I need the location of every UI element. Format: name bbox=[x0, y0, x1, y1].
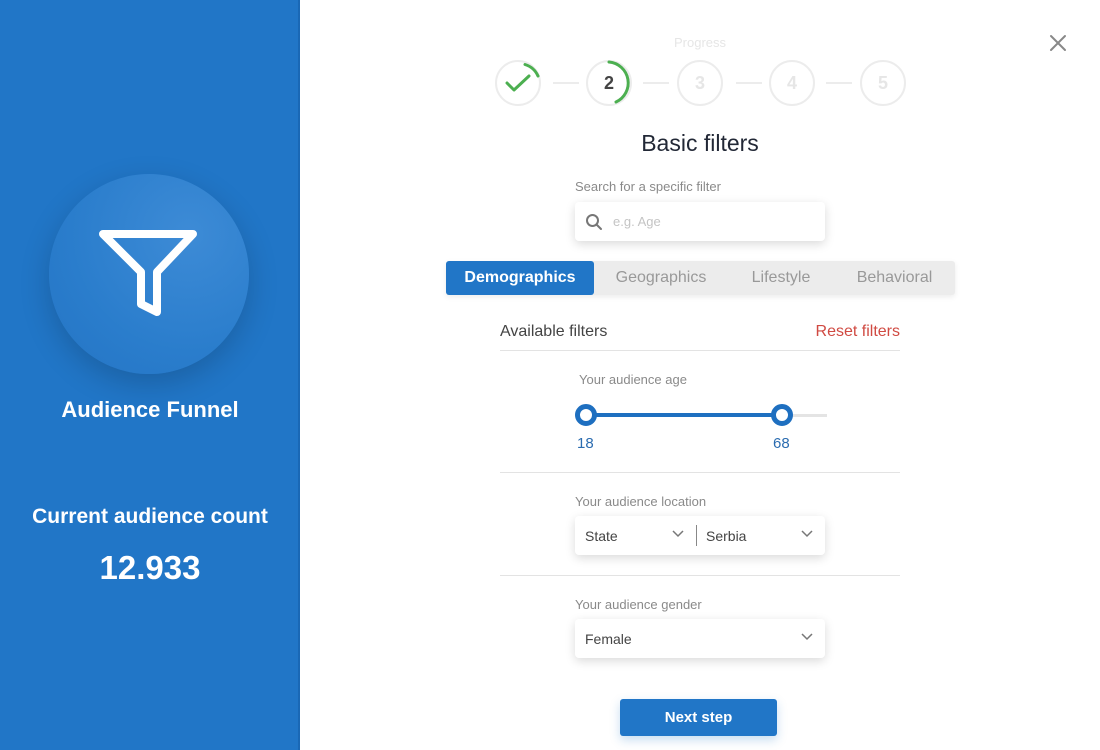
location-country-value: Serbia bbox=[706, 527, 747, 544]
next-step-button[interactable]: Next step bbox=[620, 699, 777, 736]
sidebar: Audience Funnel Current audience count 1… bbox=[0, 0, 300, 750]
gender-select-box: Female bbox=[575, 619, 825, 658]
slider-max-handle[interactable] bbox=[771, 404, 793, 426]
divider bbox=[500, 575, 900, 576]
search-input[interactable] bbox=[613, 214, 813, 229]
filters-header: Available filters Reset filters bbox=[500, 323, 900, 351]
step-number: 5 bbox=[877, 72, 888, 93]
filter-category-tabs: Demographics Geographics Lifestyle Behav… bbox=[446, 261, 955, 295]
location-country-select[interactable]: Serbia bbox=[696, 516, 825, 555]
search-box[interactable] bbox=[575, 202, 825, 241]
available-filters-title: Available filters bbox=[500, 323, 608, 340]
location-label: Your audience location bbox=[575, 494, 707, 509]
progress-label: Progress bbox=[673, 35, 727, 50]
reset-filters-link[interactable]: Reset filters bbox=[816, 323, 900, 341]
progress-step-3: 3 bbox=[677, 60, 723, 106]
chevron-down-icon bbox=[801, 530, 813, 538]
slider-min-handle[interactable] bbox=[575, 404, 597, 426]
step-number: 2 bbox=[603, 72, 614, 93]
progress-step-4: 4 bbox=[769, 60, 815, 106]
close-icon bbox=[1050, 35, 1066, 51]
location-type-value: State bbox=[585, 527, 618, 544]
chevron-down-icon bbox=[672, 530, 684, 538]
age-max-value: 68 bbox=[773, 435, 790, 452]
gender-value: Female bbox=[585, 630, 632, 647]
close-button[interactable] bbox=[1046, 31, 1070, 55]
progress-connector bbox=[553, 82, 579, 84]
gender-select[interactable]: Female bbox=[575, 619, 825, 658]
search-label: Search for a specific filter bbox=[575, 179, 721, 194]
age-label: Your audience age bbox=[579, 372, 687, 387]
tab-geographics[interactable]: Geographics bbox=[594, 261, 728, 295]
page-title: Basic filters bbox=[641, 130, 759, 156]
progress-step-1 bbox=[495, 60, 541, 106]
progress-connector bbox=[643, 82, 669, 84]
tab-behavioral[interactable]: Behavioral bbox=[834, 261, 955, 295]
slider-range bbox=[586, 413, 782, 417]
progress-connector bbox=[826, 82, 852, 84]
progress-connector bbox=[736, 82, 762, 84]
audience-count-value: 12.933 bbox=[99, 549, 201, 586]
funnel-badge bbox=[49, 174, 249, 374]
app-name: Audience Funnel bbox=[61, 397, 239, 422]
funnel-icon bbox=[99, 230, 197, 316]
age-range-slider[interactable] bbox=[575, 403, 827, 427]
chevron-down-icon bbox=[801, 633, 813, 641]
location-type-select[interactable]: State bbox=[575, 516, 696, 555]
step-number: 4 bbox=[786, 72, 797, 93]
divider bbox=[500, 472, 900, 473]
progress-step-5: 5 bbox=[860, 60, 906, 106]
location-select-group: State Serbia bbox=[575, 516, 825, 555]
audience-count-label: Current audience count bbox=[32, 505, 268, 528]
gender-label: Your audience gender bbox=[575, 597, 702, 612]
tab-lifestyle[interactable]: Lifestyle bbox=[728, 261, 834, 295]
progress-step-2: 2 bbox=[586, 60, 632, 106]
tab-demographics[interactable]: Demographics bbox=[446, 261, 594, 295]
step-number: 3 bbox=[694, 72, 705, 93]
age-min-value: 18 bbox=[577, 435, 594, 452]
search-icon bbox=[586, 213, 602, 230]
